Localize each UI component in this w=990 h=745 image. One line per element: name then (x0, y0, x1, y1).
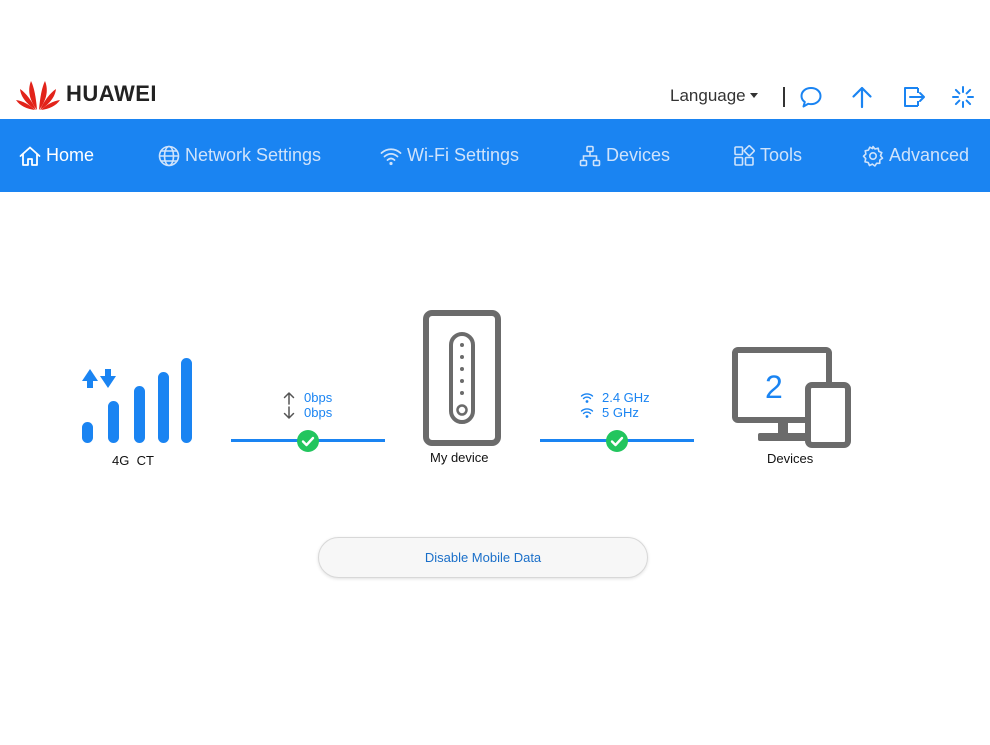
upload-arrow-icon (283, 391, 295, 405)
wifi-small-icon (580, 407, 594, 418)
nav-devices[interactable]: Devices (578, 119, 670, 192)
huawei-logo: HUAWEI (16, 76, 157, 112)
nav-label: Devices (606, 145, 671, 165)
nav-label: Network Settings (185, 145, 322, 165)
loading-spinner-icon (952, 86, 974, 108)
nav-label: Wi-Fi Settings (407, 145, 520, 165)
wifi-band-2-label: 5 GHz (602, 405, 639, 420)
download-rate-value: 0bps (304, 405, 333, 420)
upload-rate: 0bps (282, 390, 332, 405)
download-arrow-icon (283, 405, 295, 419)
language-label: Language (670, 86, 746, 105)
computer-and-phone-icon (732, 347, 851, 448)
nav-label: Home (46, 145, 95, 165)
nav-tools[interactable]: Tools (732, 119, 802, 192)
check-circle-icon (606, 430, 628, 452)
device-label: My device (430, 450, 489, 465)
disable-mobile-data-button[interactable]: Disable Mobile Data (318, 537, 648, 578)
carrier-name: CT (136, 453, 154, 468)
wifi-band-1: 2.4 GHz (580, 390, 650, 405)
wifi-band-2: 5 GHz (580, 405, 639, 420)
nav-home[interactable]: Home (18, 119, 94, 192)
wifi-band-1-label: 2.4 GHz (602, 390, 650, 405)
check-circle-icon (297, 430, 319, 452)
upload-rate-value: 0bps (304, 390, 333, 405)
network-status-label: 4G CT (112, 453, 154, 468)
nav-network-settings[interactable]: Network Settings (157, 119, 321, 192)
logout-icon[interactable] (901, 84, 927, 110)
caret-down-icon (749, 93, 758, 99)
main-nav: Home Network Settings Wi-Fi Settings Dev… (0, 119, 990, 192)
toolbar-divider (783, 87, 785, 107)
nav-wifi-settings[interactable]: Wi-Fi Settings (379, 119, 519, 192)
wifi-small-icon (580, 392, 594, 403)
update-arrow-icon[interactable] (849, 84, 875, 110)
tools-grid-icon (734, 144, 755, 166)
cellular-signal-icon (82, 358, 192, 443)
network-type: 4G (112, 453, 130, 468)
nav-advanced[interactable]: Advanced (861, 119, 969, 192)
router-icon (423, 310, 501, 446)
nav-label: Tools (760, 145, 803, 165)
home-icon (19, 146, 41, 166)
language-selector[interactable]: Language (670, 86, 758, 106)
brand-name: HUAWEI (66, 81, 157, 106)
message-icon[interactable] (798, 84, 824, 110)
nav-label: Advanced (889, 145, 970, 165)
gear-icon (862, 145, 884, 167)
connected-devices-widget[interactable]: 2 (732, 347, 852, 451)
download-rate: 0bps (282, 405, 332, 420)
devices-label: Devices (767, 451, 814, 466)
globe-icon (158, 145, 180, 166)
wifi-icon (380, 147, 402, 165)
huawei-flower-icon (16, 81, 60, 110)
devices-count: 2 (765, 369, 783, 405)
network-tree-icon (579, 145, 601, 166)
